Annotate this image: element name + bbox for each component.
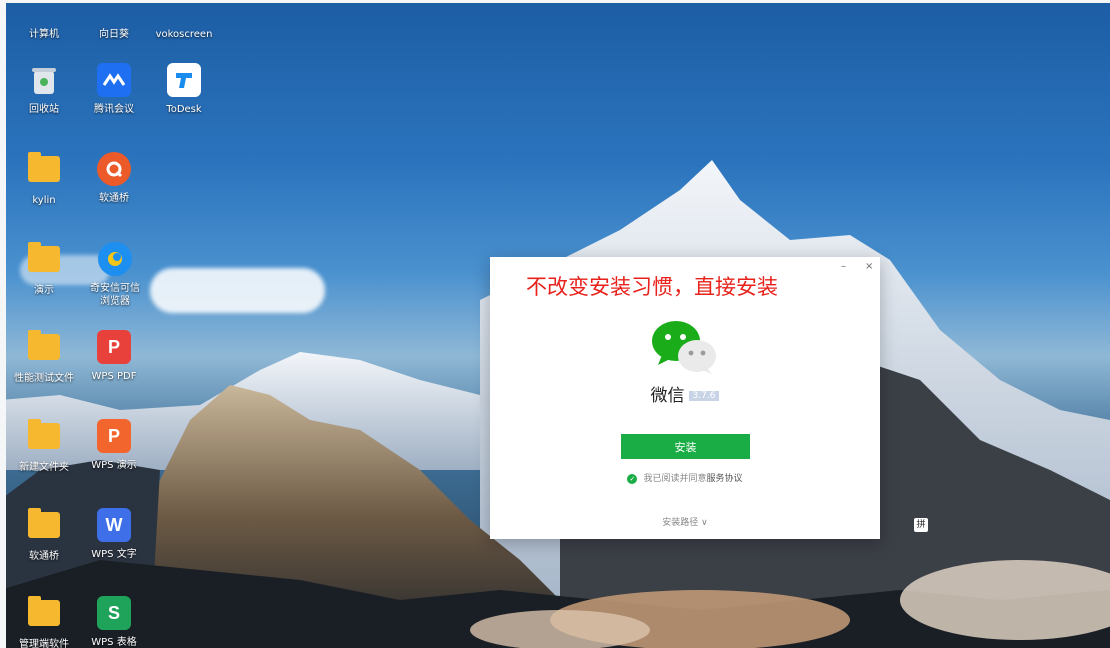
- desktop-icon-todesk[interactable]: ToDesk: [154, 63, 214, 116]
- desktop-icon-wps-writer[interactable]: W WPS 文字: [84, 508, 144, 561]
- desktop-icon-ruantongqiao-folder[interactable]: 软通桥: [14, 508, 74, 563]
- wps-spreadsheet-icon: S: [97, 596, 131, 630]
- desktop-icon-label: 奇安信可信浏览器: [90, 283, 140, 307]
- wps-pdf-icon: P: [97, 330, 131, 364]
- desktop-icon-label: ToDesk: [166, 104, 202, 115]
- desktop-icon-new-folder[interactable]: 新建文件夹: [14, 419, 74, 474]
- folder-icon: [28, 152, 60, 182]
- sunflower-icon: [97, 0, 131, 22]
- desktop-icon-label: 新建文件夹: [19, 462, 69, 473]
- desktop-icon-admin-folder[interactable]: 管理端软件: [10, 596, 78, 648]
- agreement-row: ✓ 我已阅读并同意服务协议: [490, 471, 880, 484]
- tencent-meeting-icon: [97, 63, 131, 97]
- desktop-icon-label: WPS 文字: [91, 549, 137, 560]
- todesk-icon: [167, 63, 201, 97]
- install-button[interactable]: 安装: [621, 434, 750, 459]
- wps-presentation-icon: P: [97, 419, 131, 453]
- install-path-toggle[interactable]: 安装路径 ∨: [490, 515, 880, 528]
- version-badge: 3.7.6: [688, 391, 720, 401]
- ruantongqiao-icon: [97, 152, 131, 186]
- ime-indicator[interactable]: 拼: [914, 518, 928, 532]
- desktop: 计算机 向日葵 vokoscreen 回收站 腾讯会议 ToDesk kylin: [0, 0, 1110, 648]
- desktop-icon-kylin-folder[interactable]: kylin: [14, 152, 74, 207]
- desktop-icon-vokoscreen[interactable]: vokoscreen: [154, 0, 214, 41]
- desktop-icon-wps-pdf[interactable]: P WPS PDF: [84, 330, 144, 383]
- qianxin-browser-icon: [98, 242, 132, 276]
- folder-icon: [28, 596, 60, 626]
- desktop-icon-label: 演示: [34, 285, 54, 296]
- desktop-icon-label: 回收站: [29, 104, 59, 115]
- desktop-icon-label: 性能测试文件: [14, 373, 74, 384]
- desktop-icon-demo-folder[interactable]: 演示: [14, 242, 74, 297]
- computer-icon: [27, 0, 61, 22]
- wps-writer-icon: W: [97, 508, 131, 542]
- folder-icon: [28, 330, 60, 360]
- overlay-caption: 不改变安装习惯，直接安装: [526, 275, 778, 299]
- desktop-icon-label: 计算机: [29, 29, 59, 40]
- wechat-logo-icon: [650, 319, 720, 375]
- minimize-button[interactable]: –: [841, 261, 846, 272]
- desktop-icon-label: 向日葵: [99, 29, 129, 40]
- folder-icon: [28, 242, 60, 272]
- agreement-text: 我已阅读并同意: [643, 474, 707, 484]
- desktop-icon-computer[interactable]: 计算机: [14, 0, 74, 41]
- desktop-icon-label: 软通桥: [99, 193, 129, 204]
- desktop-icon-wps-spreadsheet[interactable]: S WPS 表格: [84, 596, 144, 648]
- desktop-icon-recycle-bin[interactable]: 回收站: [14, 63, 74, 116]
- recycle-bin-icon: [27, 63, 61, 97]
- desktop-icon-label: kylin: [32, 195, 56, 206]
- cloud: [150, 268, 325, 313]
- app-title: 微信 3.7.6: [490, 381, 880, 406]
- desktop-icon-sunflower[interactable]: 向日葵: [84, 0, 144, 41]
- folder-icon: [28, 508, 60, 538]
- desktop-icon-label: 腾讯会议: [94, 104, 134, 115]
- app-name: 微信: [650, 386, 685, 406]
- desktop-icon-label: WPS 演示: [91, 460, 137, 471]
- wechat-installer-dialog: – × 不改变安装习惯，直接安装 微信 3.7.6 安装 ✓ 我已阅读并同意服务协议…: [490, 257, 880, 539]
- desktop-icon-label: WPS 表格: [91, 637, 137, 648]
- screen-edge: [0, 0, 6, 648]
- service-agreement-link[interactable]: 服务协议: [707, 474, 743, 484]
- checkbox-checked-icon[interactable]: ✓: [627, 473, 638, 484]
- desktop-icon-ruantongqiao[interactable]: 软通桥: [84, 152, 144, 205]
- desktop-icon-label: WPS PDF: [91, 371, 137, 382]
- desktop-icon-label: vokoscreen: [155, 29, 213, 40]
- desktop-icon-label: 管理端软件: [19, 639, 69, 648]
- close-button[interactable]: ×: [865, 261, 873, 272]
- desktop-icon-label: 软通桥: [29, 551, 59, 562]
- folder-icon: [28, 419, 60, 449]
- desktop-icon-tencent-meeting[interactable]: 腾讯会议: [84, 63, 144, 116]
- desktop-icon-perf-folder[interactable]: 性能测试文件: [10, 330, 78, 385]
- vokoscreen-icon: [167, 0, 201, 22]
- desktop-icon-qianxin-browser[interactable]: 奇安信可信浏览器: [84, 242, 146, 308]
- desktop-icon-wps-presentation[interactable]: P WPS 演示: [84, 419, 144, 472]
